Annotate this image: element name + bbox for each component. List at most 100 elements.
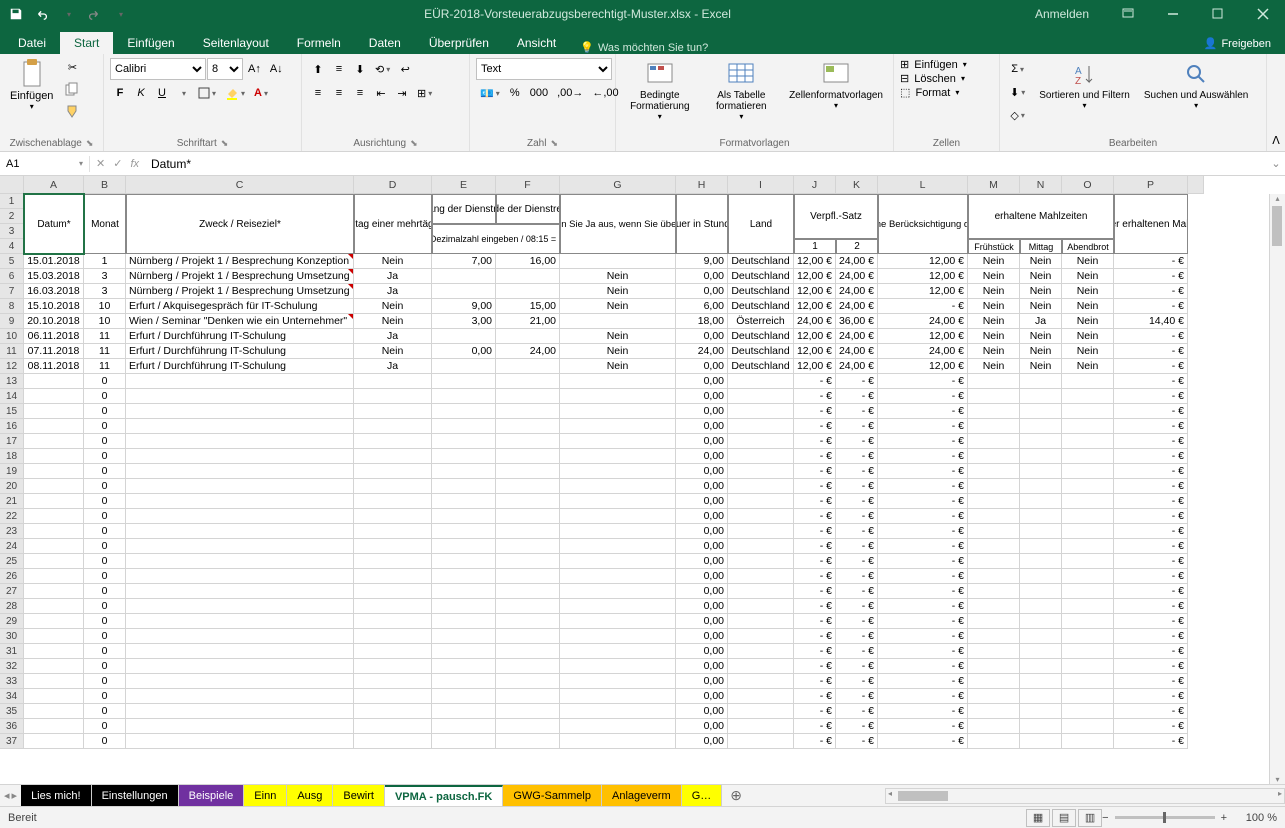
cell-K24[interactable]: - € [836, 539, 878, 554]
cell-P25[interactable]: - € [1114, 554, 1188, 569]
cell-B37[interactable]: 0 [84, 734, 126, 749]
cell-J7[interactable]: 12,00 € [794, 284, 836, 299]
cell-A1[interactable]: Datum* [24, 194, 84, 254]
cell-K13[interactable]: - € [836, 374, 878, 389]
cell-O27[interactable] [1062, 584, 1114, 599]
cell-A11[interactable]: 07.11.2018 [24, 344, 84, 359]
cell-D9[interactable]: Nein [354, 314, 432, 329]
cell-G32[interactable] [560, 659, 676, 674]
cell-K7[interactable]: 24,00 € [836, 284, 878, 299]
cell-M26[interactable] [968, 569, 1020, 584]
cell-B36[interactable]: 0 [84, 719, 126, 734]
cell-L31[interactable]: - € [878, 644, 968, 659]
cell-H5[interactable]: 9,00 [676, 254, 728, 269]
cell-P35[interactable]: - € [1114, 704, 1188, 719]
cell-B23[interactable]: 0 [84, 524, 126, 539]
cell-E25[interactable] [432, 554, 496, 569]
cell-L30[interactable]: - € [878, 629, 968, 644]
cell-E28[interactable] [432, 599, 496, 614]
row-header-13[interactable]: 13 [0, 374, 24, 389]
cell-B35[interactable]: 0 [84, 704, 126, 719]
col-header-N[interactable]: N [1020, 176, 1062, 194]
cell-H33[interactable]: 0,00 [676, 674, 728, 689]
cell-N13[interactable] [1020, 374, 1062, 389]
cell-A21[interactable] [24, 494, 84, 509]
cell-D27[interactable] [354, 584, 432, 599]
cell-D15[interactable] [354, 404, 432, 419]
cell-I34[interactable] [728, 689, 794, 704]
cell-F35[interactable] [496, 704, 560, 719]
cell-A18[interactable] [24, 449, 84, 464]
cell-E12[interactable] [432, 359, 496, 374]
row-header-37[interactable]: 37 [0, 734, 24, 749]
cell-E37[interactable] [432, 734, 496, 749]
orientation-icon[interactable]: ⟲ [371, 58, 394, 80]
cell-H9[interactable]: 18,00 [676, 314, 728, 329]
cell-N15[interactable] [1020, 404, 1062, 419]
cell-O37[interactable] [1062, 734, 1114, 749]
cell-I36[interactable] [728, 719, 794, 734]
cell-B25[interactable]: 0 [84, 554, 126, 569]
align-left-icon[interactable]: ≡ [308, 82, 328, 104]
cell-K26[interactable]: - € [836, 569, 878, 584]
clear-button[interactable]: ◇ [1006, 104, 1029, 126]
cell-I11[interactable]: Deutschland [728, 344, 794, 359]
cell-L36[interactable]: - € [878, 719, 968, 734]
cell-O19[interactable] [1062, 464, 1114, 479]
zoom-slider[interactable] [1115, 816, 1215, 819]
cell-O31[interactable] [1062, 644, 1114, 659]
cell-C9[interactable]: Wien / Seminar "Denken wie ein Unternehm… [126, 314, 354, 329]
cell-P9[interactable]: 14,40 € [1114, 314, 1188, 329]
row-header-30[interactable]: 30 [0, 629, 24, 644]
spreadsheet-grid[interactable]: ABCDEFGHIJKLMNOP1234Datum*MonatZweck / R… [0, 176, 1285, 749]
cell-L7[interactable]: 12,00 € [878, 284, 968, 299]
cell-N33[interactable] [1020, 674, 1062, 689]
cell-H17[interactable]: 0,00 [676, 434, 728, 449]
col-header-M[interactable]: M [968, 176, 1020, 194]
cell-O10[interactable]: Nein [1062, 329, 1114, 344]
cell-I30[interactable] [728, 629, 794, 644]
cell-M35[interactable] [968, 704, 1020, 719]
cell-M13[interactable] [968, 374, 1020, 389]
cell-P20[interactable]: - € [1114, 479, 1188, 494]
cell-D30[interactable] [354, 629, 432, 644]
cell-F12[interactable] [496, 359, 560, 374]
cell-H23[interactable]: 0,00 [676, 524, 728, 539]
align-top-icon[interactable]: ⬆ [308, 58, 328, 80]
cell-E9[interactable]: 3,00 [432, 314, 496, 329]
cell-N37[interactable] [1020, 734, 1062, 749]
minimize-icon[interactable] [1150, 0, 1195, 28]
cell-O23[interactable] [1062, 524, 1114, 539]
col-header-B[interactable]: B [84, 176, 126, 194]
cell-O28[interactable] [1062, 599, 1114, 614]
cell-P30[interactable]: - € [1114, 629, 1188, 644]
cell-K36[interactable]: - € [836, 719, 878, 734]
row-header-22[interactable]: 22 [0, 509, 24, 524]
cell-N27[interactable] [1020, 584, 1062, 599]
cell-G5[interactable] [560, 254, 676, 269]
sheet-tab-einn[interactable]: Einn [244, 785, 287, 806]
format-as-table-button[interactable]: Als Tabelle formatieren▾ [702, 56, 781, 123]
cell-J26[interactable]: - € [794, 569, 836, 584]
cell-K23[interactable]: - € [836, 524, 878, 539]
align-bottom-icon[interactable]: ⬇ [350, 58, 370, 80]
cell-J16[interactable]: - € [794, 419, 836, 434]
cell-H37[interactable]: 0,00 [676, 734, 728, 749]
cell-K10[interactable]: 24,00 € [836, 329, 878, 344]
cell-E21[interactable] [432, 494, 496, 509]
cell-M15[interactable] [968, 404, 1020, 419]
cell-A33[interactable] [24, 674, 84, 689]
cell-O21[interactable] [1062, 494, 1114, 509]
cell-A5[interactable]: 15.01.2018 [24, 254, 84, 269]
cell-G11[interactable]: Nein [560, 344, 676, 359]
cell-G6[interactable]: Nein [560, 269, 676, 284]
cell-I7[interactable]: Deutschland [728, 284, 794, 299]
cell-I29[interactable] [728, 614, 794, 629]
cell-B33[interactable]: 0 [84, 674, 126, 689]
cell-K19[interactable]: - € [836, 464, 878, 479]
cell-K31[interactable]: - € [836, 644, 878, 659]
cell-P22[interactable]: - € [1114, 509, 1188, 524]
row-header-23[interactable]: 23 [0, 524, 24, 539]
cell-B22[interactable]: 0 [84, 509, 126, 524]
number-launcher[interactable]: ⬊ [550, 138, 558, 149]
